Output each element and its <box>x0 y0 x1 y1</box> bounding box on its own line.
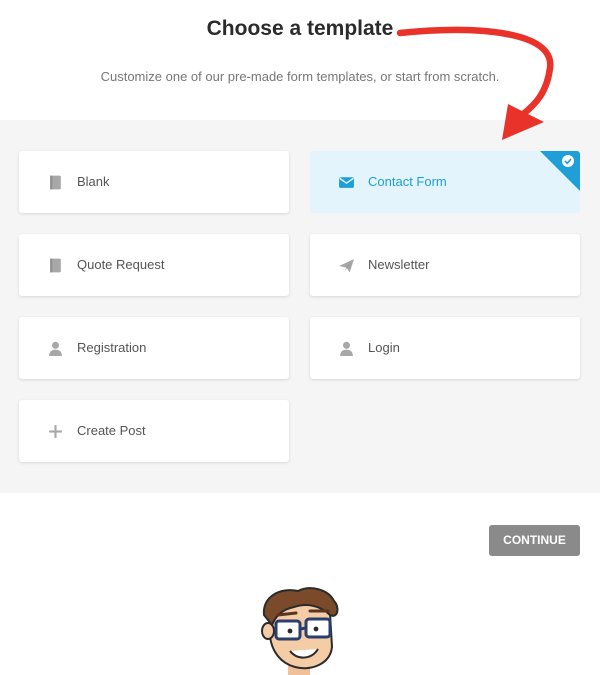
user-icon <box>47 340 64 357</box>
template-card-create-post[interactable]: Create Post <box>19 400 289 462</box>
mascot-illustration <box>261 587 339 675</box>
template-label: Blank <box>77 174 110 189</box>
template-label: Contact Form <box>368 174 447 189</box>
template-label: Create Post <box>77 423 146 438</box>
user-icon <box>338 340 355 357</box>
book-icon <box>47 174 64 191</box>
header: Choose a template Customize one of our p… <box>0 0 600 120</box>
template-card-blank[interactable]: Blank <box>19 151 289 213</box>
book-icon <box>47 257 64 274</box>
template-card-newsletter[interactable]: Newsletter <box>310 234 580 296</box>
selected-check-icon <box>540 151 580 191</box>
envelope-icon <box>338 174 355 191</box>
continue-button[interactable]: CONTINUE <box>489 525 580 556</box>
template-card-registration[interactable]: Registration <box>19 317 289 379</box>
template-card-quote-request[interactable]: Quote Request <box>19 234 289 296</box>
page-title: Choose a template <box>206 17 394 40</box>
template-label: Newsletter <box>368 257 430 272</box>
page-subtitle: Customize one of our pre-made form templ… <box>100 69 500 84</box>
plus-icon <box>47 423 64 440</box>
template-card-contact-form[interactable]: Contact Form <box>310 151 580 213</box>
paper-plane-icon <box>338 257 355 274</box>
template-label: Login <box>368 340 400 355</box>
template-label: Registration <box>77 340 147 355</box>
template-panel: Blank Contact Form Quote Request Newslet… <box>0 120 600 493</box>
template-label: Quote Request <box>77 257 165 272</box>
template-card-login[interactable]: Login <box>310 317 580 379</box>
